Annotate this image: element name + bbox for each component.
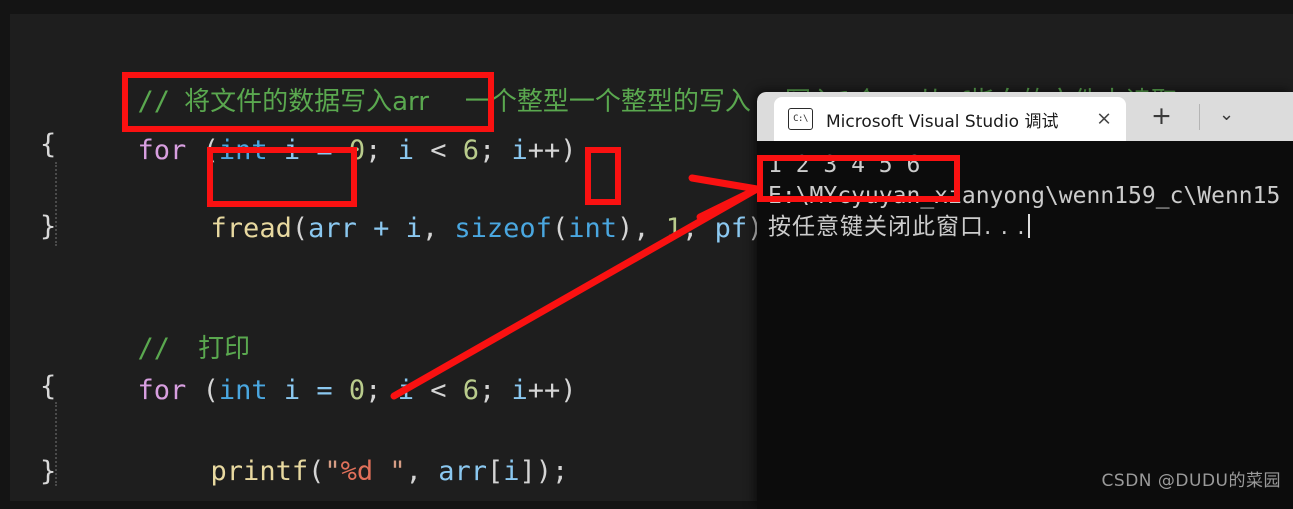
console-output-line-values: 1 2 3 4 5 6 (768, 152, 921, 178)
keyword-for: for (137, 135, 187, 166)
semicolon-2: ; (479, 135, 512, 166)
increment-op: ++ (527, 135, 561, 166)
console-tab-active[interactable]: C:\ Microsoft Visual Studio 调试控 × (774, 97, 1126, 141)
fread-arg-buffer: arr + i (308, 213, 422, 244)
printf-arg-array: arr (438, 456, 487, 487)
operator-sizeof: sizeof (454, 213, 552, 244)
screenshot-root: //将文件的数据写入arr一个整型一个整型的写入写入1个从pf指向的文件中读取 … (0, 0, 1293, 509)
console-window[interactable]: C:\ Microsoft Visual Studio 调试控 × + ⌄ 1 … (757, 92, 1293, 509)
paren-open: ( (186, 135, 219, 166)
fread-paren-open: ( (291, 213, 309, 244)
increment-op-2: ++ (527, 375, 561, 406)
array-index: i (503, 456, 520, 487)
close-icon[interactable]: × (1096, 109, 1112, 129)
sizeof-paren-open: ( (551, 213, 569, 244)
code-line-brace-open-1: { (40, 129, 57, 160)
semicolon-1: ; (365, 135, 398, 166)
console-prompt-text: 按任意键关闭此窗口. . . (768, 214, 1026, 240)
console-output-line-path: E:\MYcyuyan_xianyong\wenn159_c\Wenn15 (768, 183, 1281, 209)
printf-comma: , (405, 456, 439, 487)
code-line-printf: printf("%d ", arr[i]); (113, 409, 569, 509)
code-line-brace-close-2: } (40, 456, 57, 487)
printf-string-space (373, 456, 389, 487)
bracket-close: ] (519, 456, 536, 487)
function-printf: printf (210, 456, 309, 487)
code-line-brace-close-1: } (40, 211, 57, 242)
printf-paren-open: ( (308, 456, 325, 487)
watermark: CSDN @DUDU的菜园 (1101, 471, 1281, 491)
number-six-2: 6 (462, 375, 479, 406)
semicolon-4: ; (479, 375, 512, 406)
fread-arg-file-pointer: pf (714, 213, 748, 244)
paren-close: ) (560, 135, 577, 166)
loop-var-i-inc-2: i (511, 375, 528, 406)
fread-comma-3: , (682, 213, 715, 244)
paren-close-2: ) (560, 375, 577, 406)
printf-quote-close: " (389, 456, 406, 487)
printf-format-specifier: %d (340, 456, 374, 487)
fread-comma-2: , (633, 213, 666, 244)
text-caret (1027, 214, 1030, 238)
loop-init-2: i = (267, 375, 349, 406)
console-tab-title: Microsoft Visual Studio 调试控 (826, 111, 1058, 132)
console-tab-bar: C:\ Microsoft Visual Studio 调试控 × + ⌄ (757, 92, 1293, 141)
sizeof-type-int: int (568, 213, 617, 244)
number-six: 6 (462, 135, 479, 166)
sizeof-paren-close: ) (617, 213, 634, 244)
type-int-2: int (218, 375, 268, 406)
loop-init: i = (267, 135, 349, 166)
number-zero: 0 (348, 135, 366, 166)
loop-var-i-2: i (397, 375, 414, 406)
loop-var-i: i (397, 135, 414, 166)
console-output-line-prompt: 按任意键关闭此窗口. . . (768, 212, 1293, 243)
printf-quote-open: " (324, 456, 341, 487)
semicolon-3: ; (365, 375, 398, 406)
less-than-2: < (413, 375, 463, 406)
keyword-for-2: for (137, 375, 187, 406)
printf-semicolon: ; (552, 456, 569, 487)
less-than: < (413, 135, 463, 166)
bracket-open: [ (486, 456, 504, 487)
chevron-down-icon[interactable]: ⌄ (1219, 106, 1234, 124)
printf-paren-close: ) (535, 456, 553, 487)
paren-open-2: ( (186, 375, 219, 406)
tab-separator (1199, 104, 1200, 130)
number-zero-2: 0 (348, 375, 366, 406)
console-cmd-icon: C:\ (788, 108, 813, 130)
type-int: int (218, 135, 268, 166)
code-line-brace-open-2: { (40, 371, 57, 402)
function-fread: fread (210, 213, 292, 244)
fread-arg-count: 1 (665, 213, 683, 244)
loop-var-i-inc: i (511, 135, 528, 166)
fread-comma-1: , (421, 213, 455, 244)
code-line-fread: fread(arr + i, sizeof(int), 1, pf); (113, 166, 780, 292)
console-output-area[interactable]: 1 2 3 4 5 6 E:\MYcyuyan_xianyong\wenn159… (757, 141, 1293, 509)
plus-icon[interactable]: + (1151, 103, 1172, 128)
